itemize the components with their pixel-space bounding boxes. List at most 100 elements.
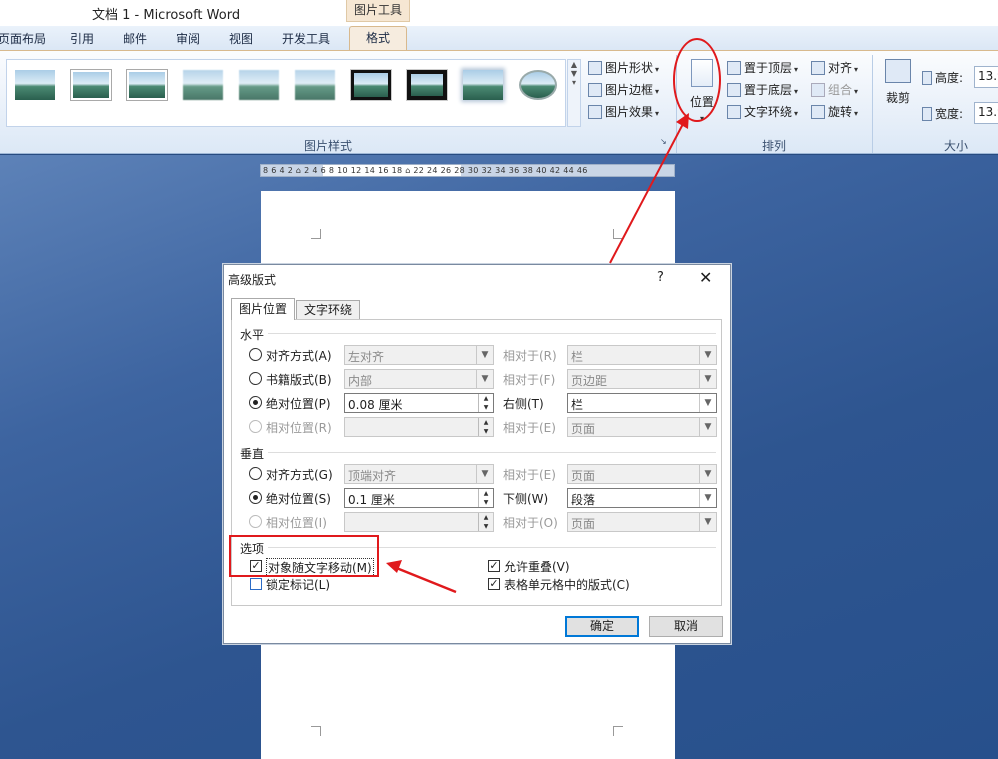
checkbox-lock-anchor[interactable] [250,578,262,590]
allow-overlap-label: 允许重叠(V) [504,560,570,574]
layout-in-cell-label: 表格单元格中的版式(C) [504,578,630,592]
picture-effects-button[interactable]: 图片效果 ▾ [588,103,659,120]
horizontal-ruler[interactable]: 8 6 4 2 ⌂ 2 4 6 8 10 12 14 16 18 ⌂ 22 24… [260,164,675,177]
checkbox-allow-overlap[interactable]: ✓ [488,560,500,572]
h-align-label: 对齐方式(A) [266,349,332,363]
radio-h-relative[interactable] [249,420,262,433]
margin-corner-mark [311,726,321,736]
crop-button[interactable]: 裁剪 [882,59,914,106]
tab-view[interactable]: 视图 [229,30,253,47]
context-tab-picture-tools: 图片工具 [346,0,410,22]
h-book-select[interactable]: 内部 ▼ [344,369,494,389]
text-wrap-button[interactable]: 文字环绕 ▾ [727,103,798,120]
tab-format[interactable]: 格式 [349,26,407,50]
bring-to-front-button[interactable]: 置于顶层 ▾ [727,59,798,76]
margin-corner-mark [613,726,623,736]
send-to-back-button[interactable]: 置于底层 ▾ [727,81,798,98]
radio-h-absolute[interactable] [249,396,262,409]
v-relpos-rel-select[interactable]: 页面 ▼ [567,512,717,532]
h-relpos-rel-select[interactable]: 页面 ▼ [567,417,717,437]
v-align-label: 对齐方式(G) [266,468,333,482]
help-button[interactable]: ? [657,270,664,285]
rotate-icon [811,105,825,119]
section-horizontal: 水平 [240,328,265,342]
h-relpos-label: 相对位置(R) [266,421,332,435]
radio-h-book[interactable] [249,372,262,385]
v-abs-rel-select[interactable]: 段落 ▼ [567,488,717,508]
h-align-rel-select[interactable]: 栏 ▼ [567,345,717,365]
v-abs-input[interactable]: 0.1 厘米 ▲ ▼ [344,488,494,508]
ruler-ticks: 8 6 4 2 ⌂ 2 4 6 8 10 12 14 16 18 ⌂ 22 24… [263,166,588,175]
picture-style-thumb[interactable] [406,69,448,101]
annotation-box [229,535,379,577]
h-book-label: 书籍版式(B) [266,373,332,387]
ok-button[interactable]: 确定 [565,616,639,637]
ribbon-tab-row: 页面布局 引用 邮件 审阅 视图 开发工具 [0,26,998,50]
width-label: 宽度: [922,105,963,122]
group-button[interactable]: 组合 ▾ [811,81,858,98]
tab-mailings[interactable]: 邮件 [123,30,147,47]
gallery-scroll[interactable]: ▲ ▼ ▾ [567,59,581,127]
tab-review[interactable]: 审阅 [176,30,200,47]
tab-picture-position[interactable]: 图片位置 [231,298,295,320]
h-abs-rel-select[interactable]: 栏 ▼ [567,393,717,413]
width-input[interactable]: 13.9 [974,102,998,124]
send-back-icon [727,83,741,97]
tab-developer[interactable]: 开发工具 [282,30,330,47]
picture-border-icon [588,83,602,97]
radio-v-absolute[interactable] [249,491,262,504]
annotation-ellipse [673,38,721,122]
picture-style-thumb[interactable] [463,70,503,100]
v-abs-label: 绝对位置(S) [266,492,331,506]
picture-style-thumb[interactable] [239,70,279,100]
v-relpos-input[interactable]: ▲ ▼ [344,512,494,532]
picture-border-button[interactable]: 图片边框 ▾ [588,81,659,98]
picture-style-thumb[interactable] [70,69,112,101]
margin-corner-mark [613,229,623,239]
advanced-layout-dialog: 高级版式 ? ✕ 图片位置 文字环绕 水平 对齐方式(A) 左对齐 ▼ 相对于(R… [223,264,731,644]
ribbon: ▲ ▼ ▾ 图片形状 ▾ 图片边框 ▾ 图片效果 ▾ 图片样式 ↘ 位置 ▾ 置于顶层 ▾ … [0,50,998,154]
picture-style-thumb[interactable] [350,69,392,101]
radio-v-relative[interactable] [249,515,262,528]
tab-references[interactable]: 引用 [70,30,94,47]
picture-style-thumb[interactable] [15,70,55,100]
align-icon [811,61,825,75]
h-relpos-rel-label: 相对于(E) [503,421,556,435]
picture-style-thumb[interactable] [295,70,335,100]
picture-shape-button[interactable]: 图片形状 ▾ [588,59,659,76]
text-wrap-icon [727,105,741,119]
radio-v-align[interactable] [249,467,262,480]
tab-page-layout[interactable]: 页面布局 [0,30,46,47]
v-relpos-label: 相对位置(I) [266,516,327,530]
h-book-rel-select[interactable]: 页边距 ▼ [567,369,717,389]
h-align-select[interactable]: 左对齐 ▼ [344,345,494,365]
v-align-select[interactable]: 顶端对齐 ▼ [344,464,494,484]
v-abs-rel-label: 下侧(W) [503,492,549,506]
height-icon [922,71,932,85]
lock-anchor-label: 锁定标记(L) [266,578,331,592]
v-relpos-rel-label: 相对于(O) [503,516,558,530]
tab-text-wrapping[interactable]: 文字环绕 [296,300,360,320]
height-input[interactable]: 13.9 [974,66,998,88]
cancel-button[interactable]: 取消 [649,616,723,637]
picture-style-thumb[interactable] [126,69,168,101]
group-label-picture-styles: 图片样式 [304,139,353,153]
v-align-rel-select[interactable]: 页面 ▼ [567,464,717,484]
h-abs-input[interactable]: 0.08 厘米 ▲ ▼ [344,393,494,413]
radio-h-align[interactable] [249,348,262,361]
close-icon[interactable]: ✕ [699,268,712,287]
height-label: 高度: [922,69,963,86]
rotate-button[interactable]: 旋转 ▾ [811,103,858,120]
checkbox-layout-in-cell[interactable]: ✓ [488,578,500,590]
window-title: 文档 1 - Microsoft Word [92,8,241,23]
section-vertical: 垂直 [240,447,265,461]
h-align-rel-label: 相对于(R) [503,349,557,363]
picture-style-thumb[interactable] [519,70,557,100]
picture-effects-icon [588,105,602,119]
h-book-rel-label: 相对于(F) [503,373,556,387]
picture-style-thumb[interactable] [183,70,223,100]
align-button[interactable]: 对齐 ▾ [811,59,858,76]
h-relpos-input[interactable]: ▲ ▼ [344,417,494,437]
dialog-launcher-icon[interactable]: ↘ [660,137,667,146]
title-bar: 文档 1 - Microsoft Word 图片工具 [0,0,998,26]
